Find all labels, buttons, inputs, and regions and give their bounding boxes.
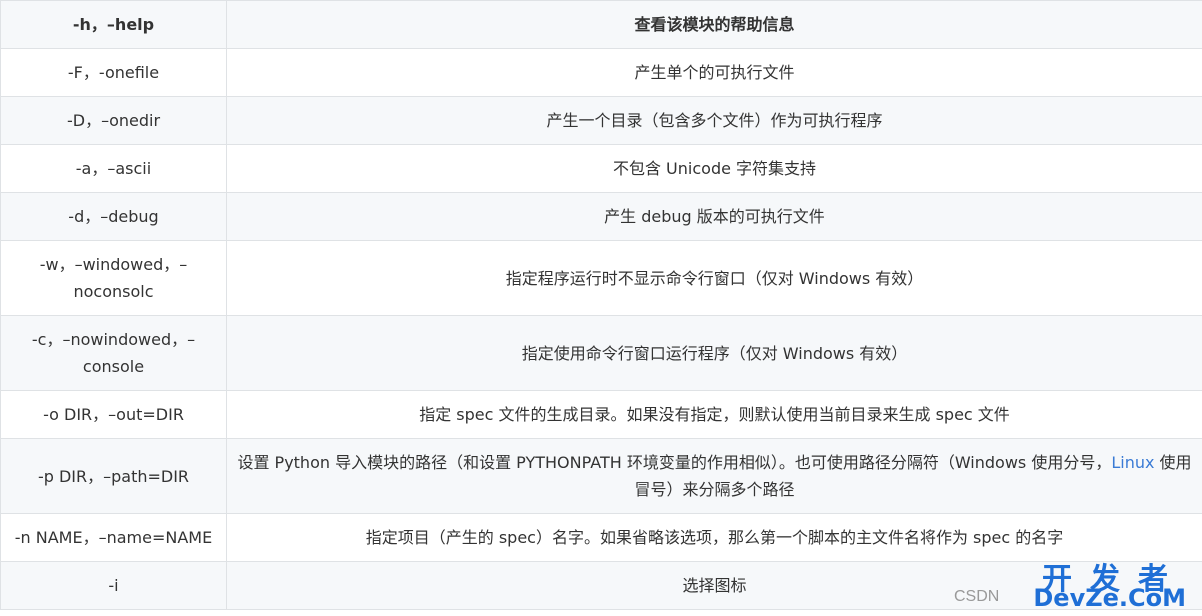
header-description: 查看该模块的帮助信息	[226, 0, 1202, 49]
options-table: -h，–help 查看该模块的帮助信息 -F，-onefile 产生单个的可执行…	[0, 0, 1202, 610]
option-cell: -a，–ascii	[0, 144, 227, 193]
option-cell: -i	[0, 561, 227, 610]
table-row: -a，–ascii 不包含 Unicode 字符集支持	[0, 144, 1202, 193]
table-header-row: -h，–help 查看该模块的帮助信息	[0, 0, 1202, 49]
table-row: -w，–windowed，–noconsolc 指定程序运行时不显示命令行窗口（…	[0, 240, 1202, 316]
description-cell: 指定程序运行时不显示命令行窗口（仅对 Windows 有效）	[226, 240, 1202, 316]
description-cell: 不包含 Unicode 字符集支持	[226, 144, 1202, 193]
table-row: -p DIR，–path=DIR 设置 Python 导入模块的路径（和设置 P…	[0, 438, 1202, 514]
option-cell: -n NAME，–name=NAME	[0, 513, 227, 562]
table-row: -d，–debug 产生 debug 版本的可执行文件	[0, 192, 1202, 241]
option-cell: -o DIR，–out=DIR	[0, 390, 227, 439]
watermark: 开发者 CSDN DevZe.CoM	[954, 554, 1194, 612]
watermark-english: DevZe.CoM	[1033, 584, 1186, 612]
description-cell: 指定使用命令行窗口运行程序（仅对 Windows 有效）	[226, 315, 1202, 391]
table-row: -o DIR，–out=DIR 指定 spec 文件的生成目录。如果没有指定，则…	[0, 390, 1202, 439]
option-cell: -F，-onefile	[0, 48, 227, 97]
table-row: -F，-onefile 产生单个的可执行文件	[0, 48, 1202, 97]
table-row: -D，–onedir 产生一个目录（包含多个文件）作为可执行程序	[0, 96, 1202, 145]
description-cell: 产生单个的可执行文件	[226, 48, 1202, 97]
watermark-csdn: CSDN	[954, 588, 1000, 605]
description-cell: 设置 Python 导入模块的路径（和设置 PYTHONPATH 环境变量的作用…	[226, 438, 1202, 514]
option-cell: -c，–nowindowed，–console	[0, 315, 227, 391]
description-cell: 指定 spec 文件的生成目录。如果没有指定，则默认使用当前目录来生成 spec…	[226, 390, 1202, 439]
option-cell: -D，–onedir	[0, 96, 227, 145]
description-cell: 产生一个目录（包含多个文件）作为可执行程序	[226, 96, 1202, 145]
header-option: -h，–help	[0, 0, 227, 49]
description-cell: 产生 debug 版本的可执行文件	[226, 192, 1202, 241]
option-cell: -d，–debug	[0, 192, 227, 241]
table-row: -c，–nowindowed，–console 指定使用命令行窗口运行程序（仅对…	[0, 315, 1202, 391]
linux-link[interactable]: Linux	[1111, 453, 1154, 472]
option-cell: -w，–windowed，–noconsolc	[0, 240, 227, 316]
option-cell: -p DIR，–path=DIR	[0, 438, 227, 514]
description-text: 设置 Python 导入模块的路径（和设置 PYTHONPATH 环境变量的作用…	[237, 453, 1112, 472]
